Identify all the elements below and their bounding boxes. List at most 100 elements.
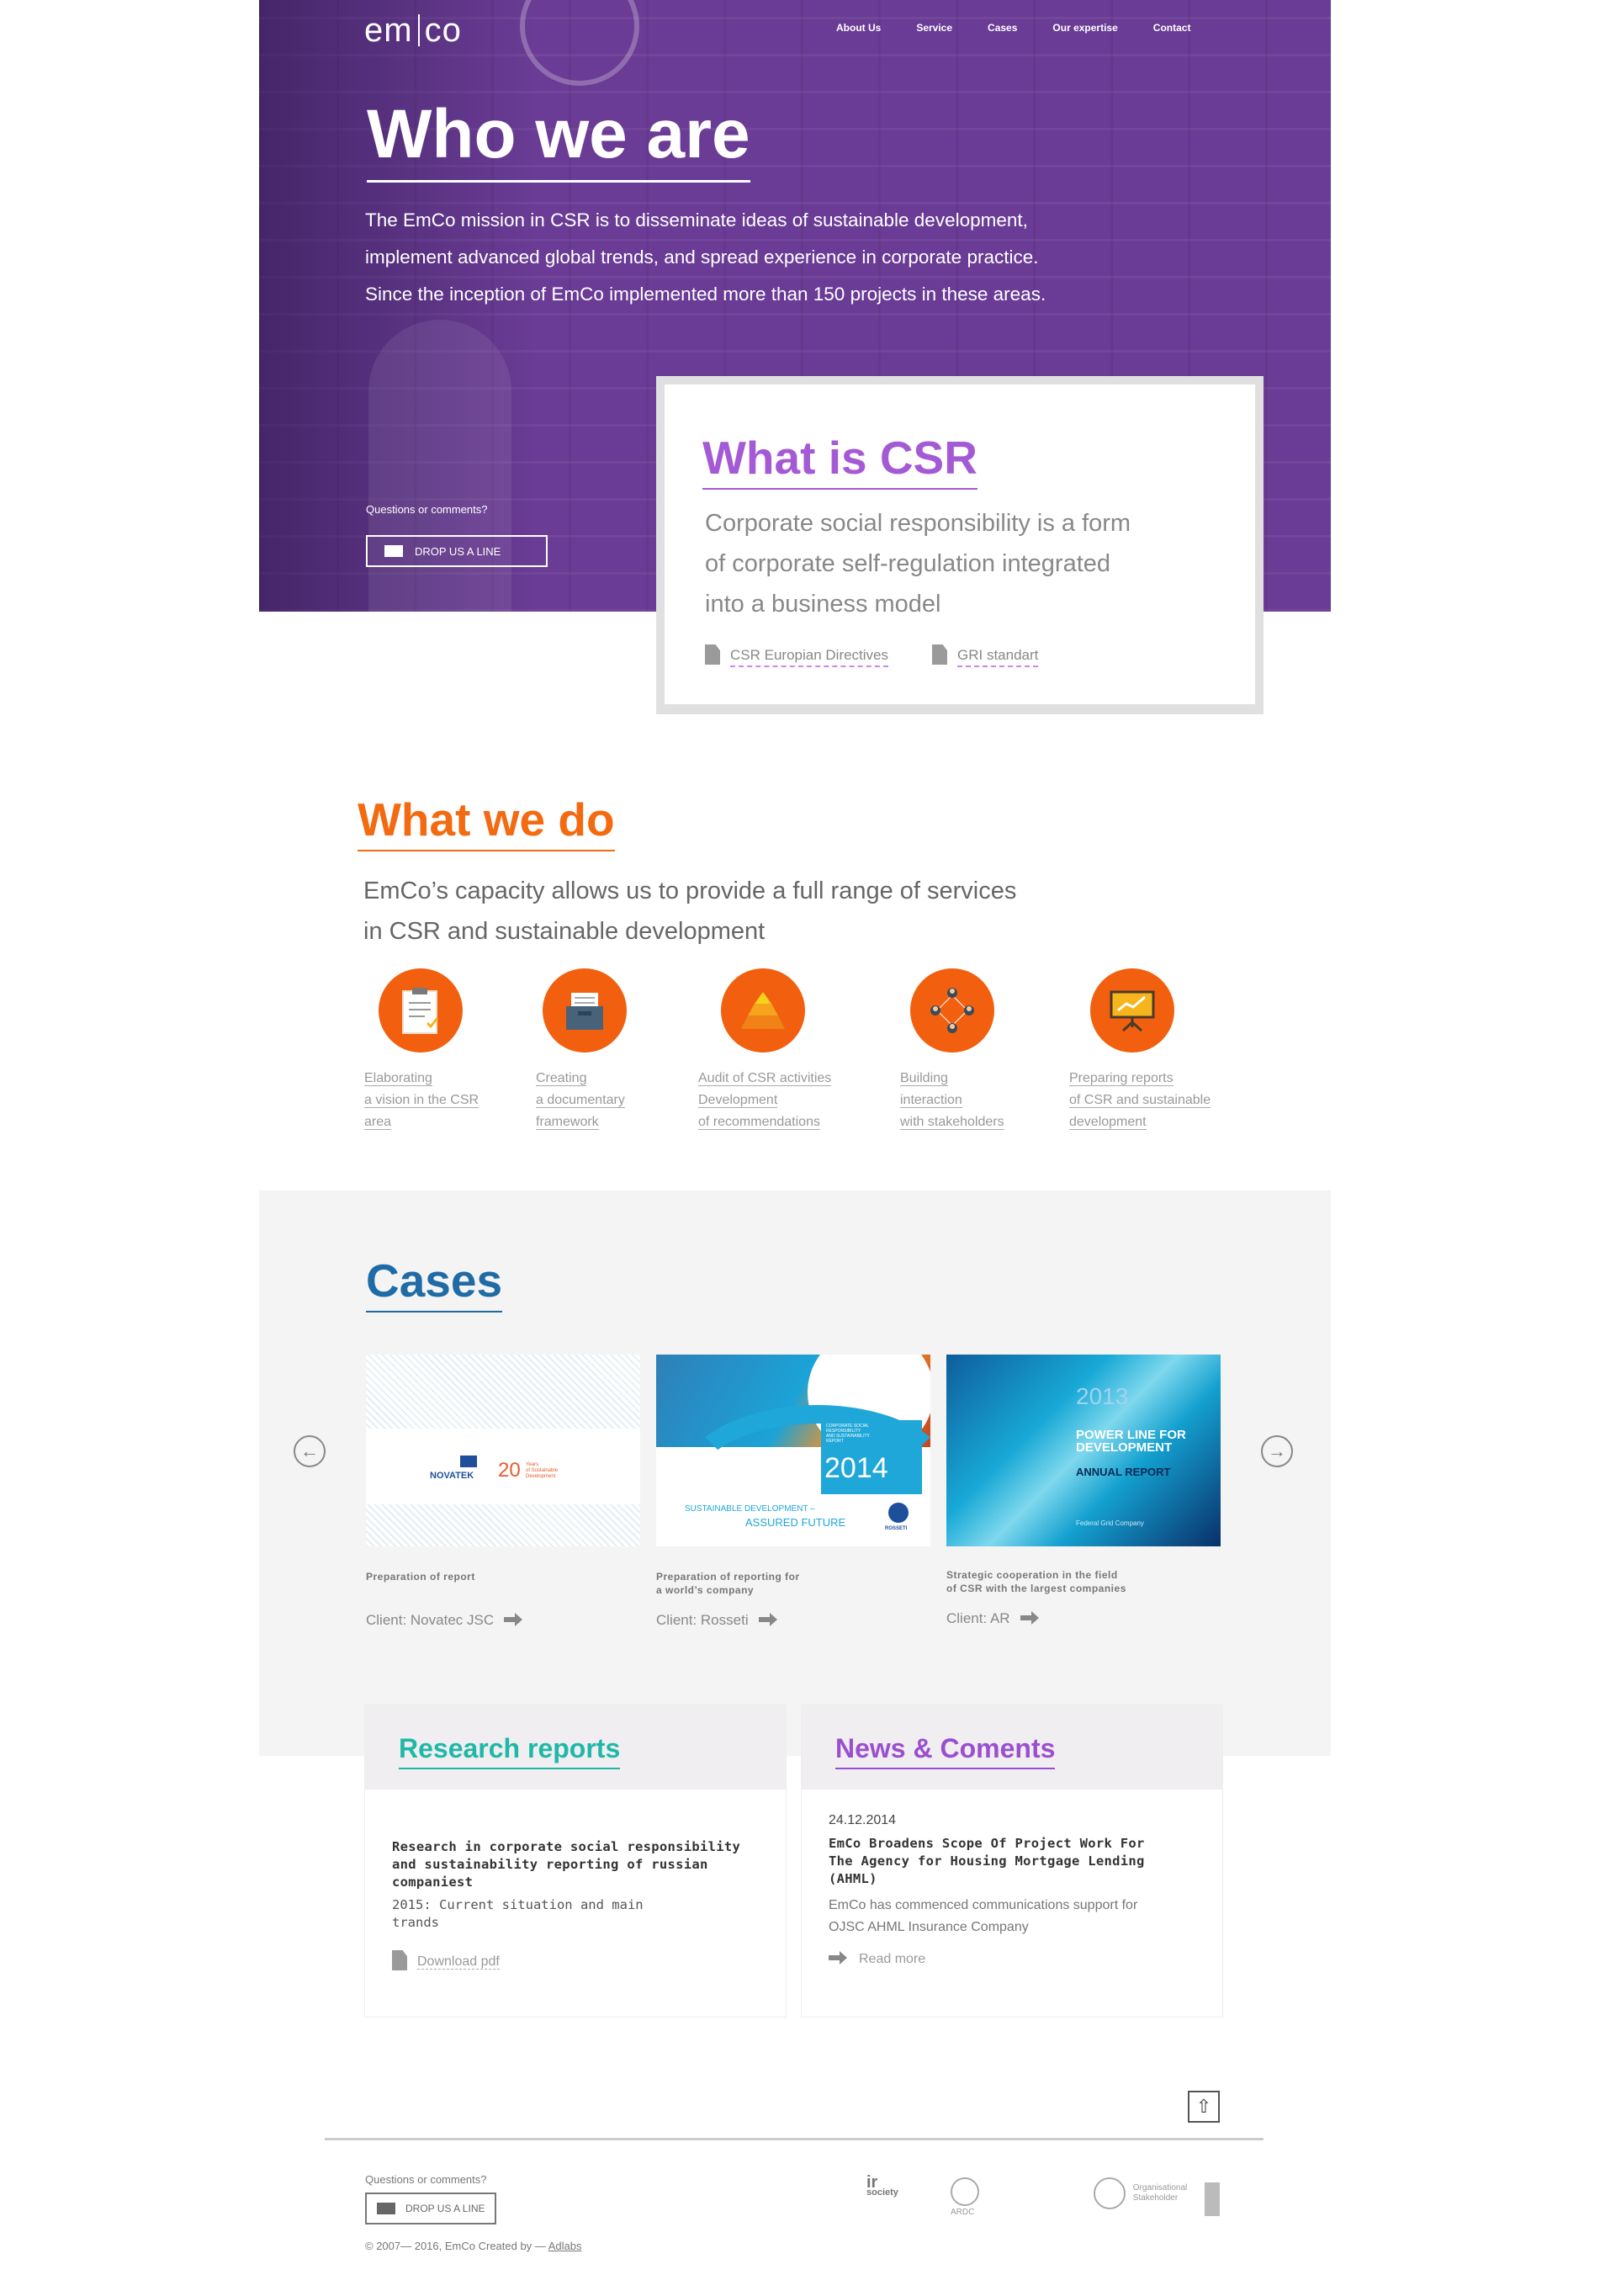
cover-brand: ROSSETI xyxy=(885,1526,908,1531)
logo-left: em xyxy=(364,12,413,49)
research-card-body: Research in corporate social responsibil… xyxy=(365,1790,786,1970)
partner-ardc-logo[interactable]: ARDC xyxy=(951,2177,1077,2218)
creator-link[interactable]: Adlabs xyxy=(548,2240,582,2252)
news-heading-line: EmCo Broadens Scope Of Project Work For xyxy=(829,1836,1145,1851)
news-date: 24.12.2014 xyxy=(829,1813,897,1827)
copyright: © 2007— 2016, EmCo Created by — Adlabs xyxy=(365,2240,581,2252)
pdf-icon xyxy=(392,1950,407,1970)
case-cover-novatek: NOVATEK 20 Years of Sustainable Developm… xyxy=(366,1355,640,1546)
case-card-ar[interactable]: 2013 POWER LINE FOR DEVELOPMENT ANNUAL R… xyxy=(946,1355,1221,1627)
news-title[interactable]: News & Coments xyxy=(835,1731,1056,1769)
download-pdf-label: Download pdf xyxy=(417,1954,500,1970)
cover-tagline: Years of Sustainable Development xyxy=(526,1462,558,1480)
cover-brand: NOVATEK xyxy=(430,1471,474,1481)
service-label-line: Creating xyxy=(536,1071,587,1086)
cover-tagline-line: of Sustainable xyxy=(526,1468,559,1473)
case-caption-line: Preparation of report xyxy=(366,1571,475,1583)
presentation-board-icon xyxy=(1090,968,1174,1053)
case-client-link[interactable]: Client: Novatec JSC xyxy=(366,1612,640,1629)
gri-label: Organisational Stakeholder xyxy=(1133,2183,1187,2203)
csr-title: What is CSR xyxy=(702,429,977,490)
news-card-body: 24.12.2014 EmCo Broadens Scope Of Projec… xyxy=(802,1790,1222,1967)
gri-label-line: Stakeholder xyxy=(1132,2193,1179,2203)
nav-about-us[interactable]: About Us xyxy=(836,22,881,34)
news-heading-line: The Agency for Housing Mortgage Lending xyxy=(829,1853,1145,1869)
footer-drop-button-label: DROP US A LINE xyxy=(405,2203,485,2214)
service-label-line: development xyxy=(1069,1115,1147,1130)
footer-drop-us-a-line-button[interactable]: DROP US A LINE xyxy=(365,2193,496,2224)
what-we-do-title: What we do xyxy=(358,791,615,851)
service-label: Elaborating a vision in the CSR area xyxy=(364,1068,541,1133)
research-subtitle: 2015: Current situation and main trands xyxy=(392,1896,759,1932)
service-label: Creating a documentary framework xyxy=(536,1068,713,1133)
csr-link-label: GRI standart xyxy=(957,647,1039,667)
arrow-right-icon: → xyxy=(1268,1440,1286,1461)
ardc-label: ARDC xyxy=(951,2208,975,2217)
research-title[interactable]: Research reports xyxy=(399,1731,621,1769)
service-label-line: a documentary xyxy=(536,1093,625,1108)
news-text-line: EmCo has commenced communications suppor… xyxy=(829,1898,1138,1912)
service-item-stakeholders[interactable]: Building interaction with stakeholders xyxy=(900,968,1077,1133)
case-caption-line: Strategic cooperation in the field xyxy=(946,1569,1118,1581)
case-card-rosseti[interactable]: CORPORATE SOCIAL RESPONSIBILITY AND SUST… xyxy=(656,1355,930,1629)
service-label-line: a vision in the CSR xyxy=(364,1093,479,1108)
arrow-right-icon xyxy=(758,1613,777,1626)
case-card-novatek[interactable]: NOVATEK 20 Years of Sustainable Developm… xyxy=(366,1355,640,1629)
what-we-do-line: in CSR and sustainable development xyxy=(363,918,766,945)
case-client-link[interactable]: Client: Rosseti xyxy=(656,1612,930,1629)
hero-paragraph-line: Since the inception of EmCo implemented … xyxy=(365,284,1046,305)
nav-contact[interactable]: Contact xyxy=(1153,22,1191,34)
service-label-line: interaction xyxy=(900,1093,962,1108)
service-label-line: Audit of CSR activities xyxy=(698,1071,832,1086)
service-label-line: Elaborating xyxy=(364,1071,432,1086)
partner-irsociety-logo[interactable]: ir society xyxy=(866,2174,917,2198)
cover-brand: Federal Grid Company xyxy=(1076,1519,1144,1527)
partner-badge xyxy=(1205,2182,1220,2216)
csr-link-gri[interactable]: GRI standart xyxy=(932,644,1039,667)
news-text: EmCo has commenced communications suppor… xyxy=(829,1895,1195,1938)
carousel-prev-button[interactable]: ← xyxy=(294,1435,326,1467)
case-cover-fgc: 2013 POWER LINE FOR DEVELOPMENT ANNUAL R… xyxy=(946,1355,1221,1546)
csr-link-label: CSR Europian Directives xyxy=(730,647,889,667)
read-more-link[interactable]: Read more xyxy=(829,1951,1195,1967)
case-cover-rosseti: CORPORATE SOCIAL RESPONSIBILITY AND SUST… xyxy=(656,1355,930,1546)
pyramid-icon xyxy=(721,968,805,1053)
news-heading[interactable]: EmCo Broadens Scope Of Project Work For … xyxy=(829,1835,1195,1888)
drop-us-a-line-button[interactable]: DROP US A LINE xyxy=(366,535,548,567)
service-item-reports[interactable]: Preparing reports of CSR and sustainable… xyxy=(1069,968,1246,1133)
csr-link-directives[interactable]: CSR Europian Directives xyxy=(705,644,889,667)
partner-gri-logo[interactable]: Organisational Stakeholder xyxy=(1094,2177,1220,2209)
ardc-globe-icon xyxy=(951,2177,979,2206)
arrow-right-icon xyxy=(1020,1611,1039,1625)
service-label: Preparing reports of CSR and sustainable… xyxy=(1069,1068,1246,1133)
service-item-audit[interactable]: Audit of CSR activities Development of r… xyxy=(698,968,875,1133)
clipboard-icon xyxy=(379,968,463,1053)
research-reports-card: Research reports Research in corporate s… xyxy=(365,1705,786,2017)
cover-tagline: SUSTAINABLE DEVELOPMENT – xyxy=(685,1504,815,1514)
service-label-line: area xyxy=(364,1115,392,1130)
carousel-next-button[interactable]: → xyxy=(1261,1435,1293,1467)
cover-tagline: ASSURED FUTURE xyxy=(745,1516,846,1529)
case-client-link[interactable]: Client: AR xyxy=(946,1610,1221,1627)
cover-heading: POWER LINE FOR DEVELOPMENT xyxy=(1076,1429,1186,1454)
news-heading-line: (AHML) xyxy=(829,1871,877,1886)
nav-our-expertise[interactable]: Our expertise xyxy=(1052,22,1117,34)
case-client-label: Client: AR xyxy=(946,1610,1010,1626)
main-nav: About Us Service Cases Our expertise Con… xyxy=(836,22,1190,34)
case-caption: Strategic cooperation in the field of CS… xyxy=(946,1568,1221,1595)
news-text-line: OJSC AHML Insurance Company xyxy=(829,1920,1029,1934)
case-caption-line: Preparation of reporting for xyxy=(656,1571,800,1583)
scroll-to-top-button[interactable]: ⇧ xyxy=(1188,2091,1220,2123)
pdf-icon xyxy=(705,644,720,665)
service-item-vision[interactable]: Elaborating a vision in the CSR area xyxy=(364,968,541,1133)
nav-service[interactable]: Service xyxy=(916,22,952,34)
research-heading-line: and sustainability reporting of russian xyxy=(392,1857,708,1872)
hero-paragraph-line: implement advanced global trends, and sp… xyxy=(365,247,1039,268)
cover-heading: CORPORATE SOCIAL RESPONSIBILITY AND SUST… xyxy=(826,1424,870,1444)
download-pdf-link[interactable]: Download pdf xyxy=(392,1950,759,1970)
rosseti-logo-icon xyxy=(888,1503,909,1523)
logo[interactable]: em co xyxy=(364,12,462,50)
service-item-documentary[interactable]: Creating a documentary framework xyxy=(536,968,713,1133)
research-heading-line: Research in corporate social responsibil… xyxy=(392,1839,741,1854)
nav-cases[interactable]: Cases xyxy=(988,22,1017,34)
